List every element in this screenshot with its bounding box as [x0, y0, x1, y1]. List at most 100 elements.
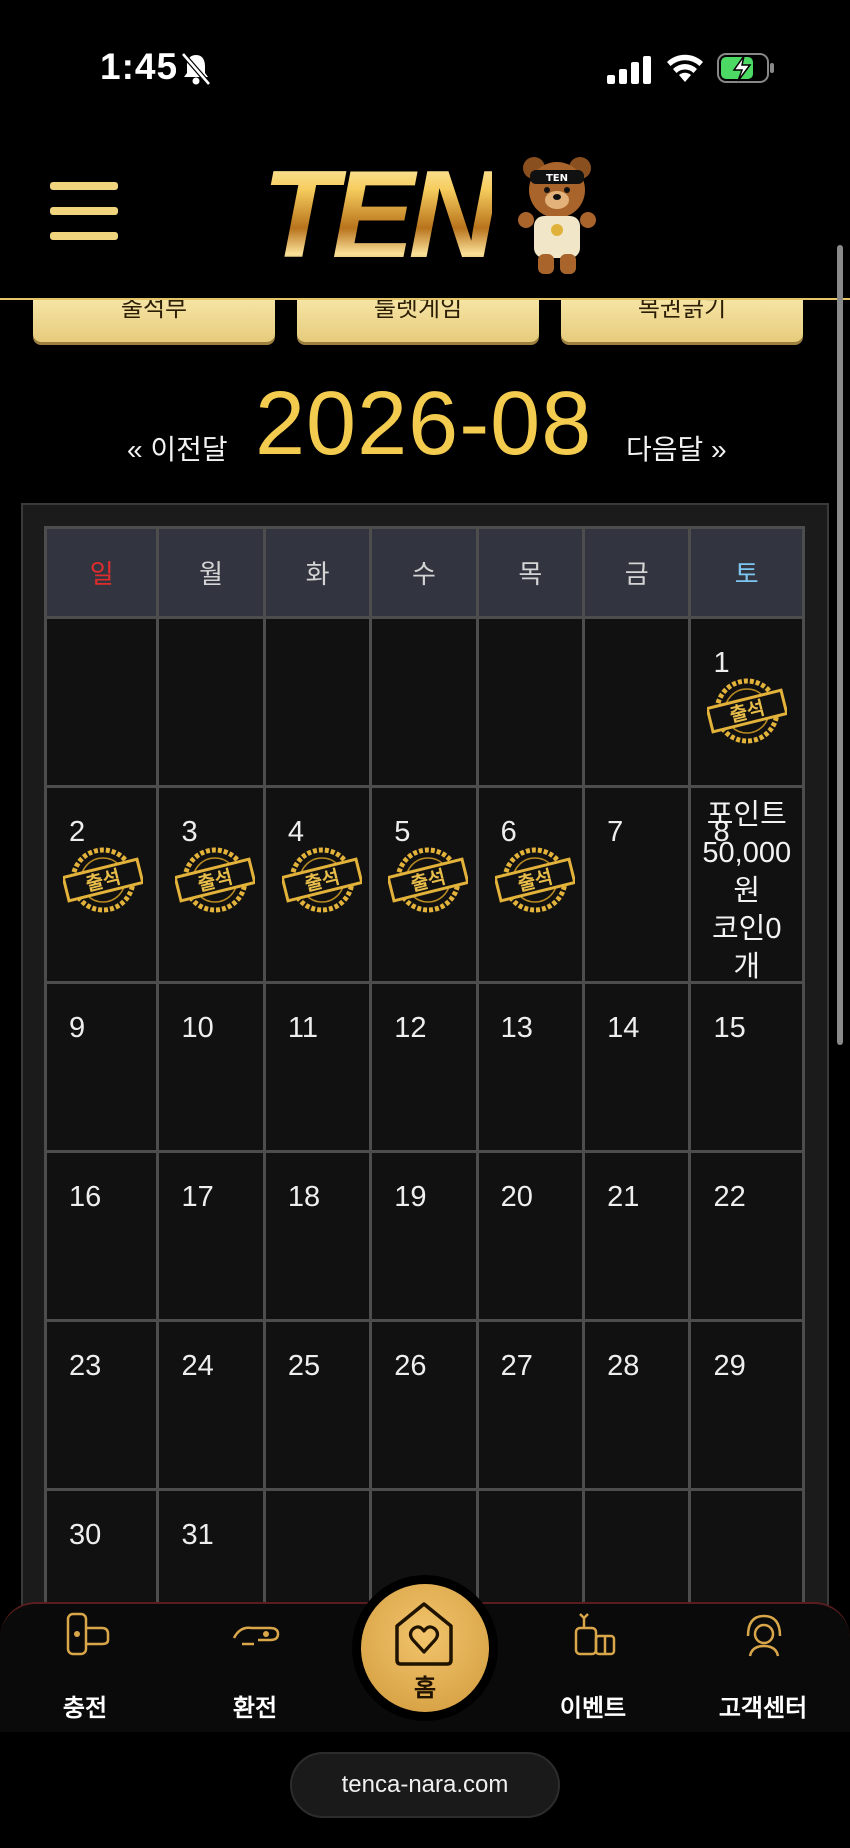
attendance-stamp-icon: 출석 [705, 677, 790, 745]
calendar-day-cell: 17 [156, 1150, 266, 1322]
day-number: 31 [181, 1519, 214, 1551]
home-heart-icon [395, 1602, 453, 1666]
calendar-day-cell: 27 [475, 1319, 586, 1491]
reward-line: 코인0 [711, 913, 782, 945]
hamburger-menu-icon[interactable] [50, 182, 118, 244]
status-time: 1:45 [100, 46, 179, 87]
day-number: 28 [607, 1350, 640, 1382]
bear-cap-text: TEN [546, 173, 568, 184]
calendar-week-row: 2 출석 3 출석 4 출석 5 출석 6 출석 7 8 포인트 50,000 … [43, 785, 805, 986]
day-number: 27 [500, 1350, 533, 1382]
calendar-day-cell: 12 [369, 981, 479, 1153]
calendar-day-cell: 7 [582, 785, 692, 984]
weekday-wed: 수 [369, 526, 479, 619]
calendar-day-cell: 28 [582, 1319, 692, 1491]
calendar-empty-cell [369, 616, 479, 788]
nav-charge[interactable]: 충전 [20, 1604, 150, 1734]
day-number: 24 [181, 1350, 214, 1382]
scrollbar[interactable] [837, 245, 843, 1045]
attendance-calendar: 일 월 화 수 목 금 토 1 출석 2 출석 3 출석 4 출석 5 출석 6… [43, 526, 805, 1660]
nav-charge-label: 충전 [62, 1694, 108, 1722]
calendar-day-cell: 1 출석 [688, 616, 805, 788]
signal-icon [607, 56, 651, 84]
tab-roulette[interactable]: 룰렛게임 [297, 300, 539, 342]
calendar-day-cell: 19 [369, 1150, 479, 1322]
calendar-empty-cell [582, 616, 692, 788]
attendance-stamp-icon: 출석 [280, 846, 364, 914]
tab-attendance[interactable]: 출석부 [33, 300, 275, 342]
nav-event[interactable]: 이벤트 [528, 1604, 658, 1734]
nav-home[interactable]: 홈 [352, 1575, 498, 1721]
day-number: 4 [287, 816, 304, 848]
nav-event-label: 이벤트 [559, 1694, 627, 1722]
calendar-week-row: 16 17 18 19 20 21 22 [43, 1150, 805, 1322]
reward-line: 원 [733, 875, 761, 907]
calendar-week-row: 23 24 25 26 27 28 29 [43, 1319, 805, 1491]
day-number: 1 [713, 647, 730, 679]
day-number: 22 [713, 1181, 746, 1213]
weekday-sun: 일 [43, 526, 160, 619]
day-number: 3 [181, 816, 198, 848]
day-number: 23 [69, 1350, 102, 1382]
calendar-day-cell: 14 [582, 981, 692, 1153]
calendar-day-cell: 20 [475, 1150, 586, 1322]
day-number: 29 [713, 1350, 746, 1382]
weekday-thu: 목 [475, 526, 586, 619]
weekday-fri: 금 [582, 526, 692, 619]
calendar-day-cell: 10 [156, 981, 266, 1153]
nav-exchange[interactable]: 환전 [190, 1604, 320, 1734]
reward-line: 50,000 [702, 837, 792, 869]
calendar-day-cell: 18 [262, 1150, 373, 1322]
calendar-day-cell: 5 출석 [369, 785, 479, 984]
calendar-day-cell: 13 [475, 981, 586, 1153]
nav-support-label: 고객센터 [718, 1694, 808, 1722]
url-field[interactable]: tenca-nara.com [290, 1752, 560, 1818]
calendar-day-cell: 16 [43, 1150, 160, 1322]
calendar-empty-cell [156, 616, 266, 788]
exchange-icon [232, 1626, 280, 1646]
day-number: 30 [69, 1519, 102, 1551]
calendar-empty-cell [43, 616, 160, 788]
nav-exchange-label: 환전 [232, 1694, 278, 1722]
wifi-icon [667, 54, 703, 82]
day-number: 18 [287, 1181, 321, 1213]
tab-attendance-label: 출석부 [120, 300, 188, 322]
tab-lottery[interactable]: 복권긁기 [561, 300, 803, 342]
day-number: 26 [394, 1350, 427, 1382]
calendar-day-cell: 26 [369, 1319, 479, 1491]
gift-icon [574, 1613, 616, 1656]
calendar-day-cell: 21 [582, 1150, 692, 1322]
calendar-week-row: 9 10 11 12 13 14 15 [43, 981, 805, 1153]
battery-charging-icon [717, 53, 774, 83]
calendar-day-cell: 24 [156, 1319, 266, 1491]
day-number: 19 [394, 1181, 427, 1213]
attendance-stamp-icon: 출석 [61, 846, 145, 914]
browser-bar: tenca-nara.com [0, 1732, 850, 1848]
calendar-day-cell: 22 [688, 1150, 805, 1322]
calendar-empty-cell [262, 616, 373, 788]
reward-info: 포인트 50,000 원 코인0 개 [691, 796, 802, 986]
calendar-day-cell: 15 [688, 981, 805, 1153]
calendar-day-cell-reward: 8 포인트 50,000 원 코인0 개 [688, 785, 805, 986]
calendar-day-cell: 2 출석 [43, 785, 160, 984]
day-number: 9 [69, 1012, 86, 1044]
prev-month-link[interactable]: « 이전달 [127, 428, 228, 468]
bell-muted-icon [181, 52, 211, 86]
day-number: 2 [69, 816, 86, 848]
calendar-day-cell: 29 [688, 1319, 805, 1491]
day-number: 6 [500, 816, 517, 848]
logo[interactable]: TEN TEN [262, 150, 596, 280]
day-number: 7 [607, 816, 624, 848]
nav-home-label: 홈 [413, 1674, 437, 1702]
day-number: 16 [69, 1181, 102, 1213]
tab-lottery-label: 복권긁기 [637, 300, 727, 322]
bear-mascot-icon: TEN [518, 157, 596, 274]
day-number: 13 [500, 1012, 533, 1044]
headset-icon [746, 1614, 782, 1657]
nav-support[interactable]: 고객센터 [698, 1604, 828, 1734]
next-month-link[interactable]: 다음달 » [626, 428, 727, 468]
day-number: 17 [181, 1181, 214, 1213]
calendar-day-cell: 11 [262, 981, 373, 1153]
day-number: 10 [181, 1012, 214, 1044]
day-number: 15 [713, 1012, 746, 1044]
